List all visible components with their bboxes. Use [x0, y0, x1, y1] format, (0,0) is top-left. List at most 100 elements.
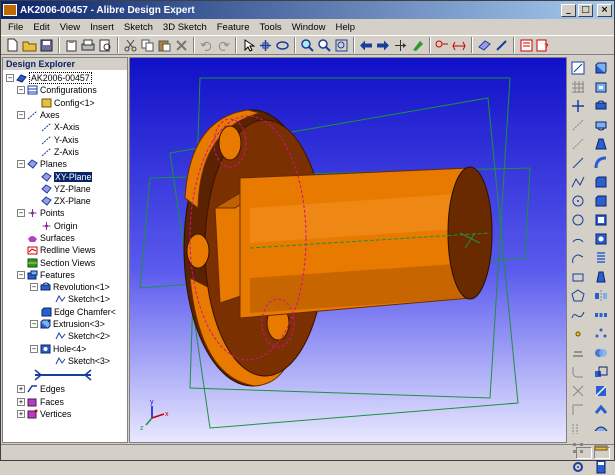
paste-icon[interactable]: [156, 37, 172, 53]
feature-icon[interactable]: [493, 37, 509, 53]
menu-file[interactable]: File: [3, 22, 28, 33]
tree-sketch3[interactable]: Sketch<3>: [3, 355, 127, 367]
new-icon[interactable]: [4, 37, 20, 53]
sketch-toggle-icon[interactable]: [569, 59, 587, 76]
linear-pattern-icon[interactable]: [592, 306, 610, 323]
expand-icon[interactable]: +: [17, 385, 25, 394]
circular-pattern-icon[interactable]: [592, 325, 610, 342]
tree-faces[interactable]: + Faces: [3, 395, 127, 407]
tree-configurations[interactable]: − Configurations: [3, 84, 127, 96]
circle-3pt-icon[interactable]: [569, 211, 587, 228]
fillet-icon[interactable]: [569, 363, 587, 380]
tree-sketch1[interactable]: Sketch<1>: [3, 293, 127, 305]
line-dashed-icon[interactable]: [569, 135, 587, 152]
tree-y-axis[interactable]: Y-Axis: [3, 133, 127, 145]
collapse-icon[interactable]: −: [30, 283, 38, 292]
crosshair-icon[interactable]: [569, 97, 587, 114]
tree-hole[interactable]: − Hole<4>: [3, 343, 127, 355]
tree-redline-views[interactable]: Redline Views: [3, 244, 127, 256]
tree-xy-plane[interactable]: XY-Plane: [3, 170, 127, 182]
delete-icon[interactable]: [173, 37, 189, 53]
point-icon[interactable]: [569, 325, 587, 342]
tree-root[interactable]: − AK2006-00457: [3, 72, 127, 85]
help-icon[interactable]: ?: [535, 37, 551, 53]
tree-planes[interactable]: − Planes: [3, 158, 127, 170]
hole-feature-icon[interactable]: [592, 230, 610, 247]
print-preview-icon[interactable]: [97, 37, 113, 53]
thicken-icon[interactable]: [592, 401, 610, 418]
collapse-icon[interactable]: −: [17, 160, 25, 169]
close-button[interactable]: ×: [597, 3, 612, 17]
end-of-part-marker[interactable]: [3, 367, 127, 383]
revolve-cut-icon[interactable]: [592, 116, 610, 133]
3d-viewport[interactable]: y x z: [129, 57, 567, 443]
tree-x-axis[interactable]: X-Axis: [3, 121, 127, 133]
tree-edges[interactable]: + Edges: [3, 383, 127, 395]
cut-icon[interactable]: [122, 37, 138, 53]
tree-points[interactable]: − Points: [3, 207, 127, 219]
back-icon[interactable]: [358, 37, 374, 53]
thread-icon[interactable]: [592, 249, 610, 266]
line-dashed-icon[interactable]: [569, 116, 587, 133]
tree-extrusion[interactable]: − Extrusion<3>: [3, 318, 127, 330]
loft-icon[interactable]: [592, 135, 610, 152]
minimize-button[interactable]: _: [561, 3, 576, 17]
bolt-hole[interactable]: [218, 125, 242, 161]
sweep-icon[interactable]: [592, 154, 610, 171]
tree-edge-chamfer[interactable]: Edge Chamfer<: [3, 306, 127, 318]
tree-features[interactable]: − Features: [3, 269, 127, 281]
collapse-icon[interactable]: −: [17, 86, 25, 95]
pan-icon[interactable]: [257, 37, 273, 53]
collapse-icon[interactable]: −: [17, 111, 25, 120]
menu-insert[interactable]: Insert: [85, 22, 119, 33]
open-icon[interactable]: [21, 37, 37, 53]
tree-vertices[interactable]: + Vertices: [3, 408, 127, 420]
collapse-icon[interactable]: −: [6, 74, 14, 83]
menu-feature[interactable]: Feature: [212, 22, 255, 33]
menu-help[interactable]: Help: [330, 22, 360, 33]
tree-axes[interactable]: − Axes: [3, 109, 127, 121]
mirror-icon[interactable]: [592, 287, 610, 304]
expand-icon[interactable]: +: [17, 397, 25, 406]
zoom-window-icon[interactable]: [316, 37, 332, 53]
print-icon[interactable]: [80, 37, 96, 53]
collapse-icon[interactable]: −: [30, 320, 38, 329]
tree-z-axis[interactable]: Z-Axis: [3, 146, 127, 158]
polyline-icon[interactable]: [569, 173, 587, 190]
sketch-icon[interactable]: [409, 37, 425, 53]
arc-icon[interactable]: [569, 230, 587, 247]
rectangle-icon[interactable]: [569, 268, 587, 285]
tree-revolution[interactable]: − Revolution<1>: [3, 281, 127, 293]
maximize-button[interactable]: □: [578, 3, 593, 17]
tree-origin[interactable]: Origin: [3, 220, 127, 232]
undo-icon[interactable]: [198, 37, 214, 53]
cut-extrude-icon[interactable]: [592, 78, 610, 95]
circle-icon[interactable]: [569, 192, 587, 209]
offset-icon[interactable]: [569, 420, 587, 437]
collapse-icon[interactable]: −: [17, 209, 25, 218]
shell-icon[interactable]: [592, 211, 610, 228]
tree-sketch2[interactable]: Sketch<2>: [3, 330, 127, 342]
zoom-fit-icon[interactable]: [333, 37, 349, 53]
menu-window[interactable]: Window: [287, 22, 331, 33]
save-icon[interactable]: [38, 37, 54, 53]
collapse-icon[interactable]: −: [17, 270, 25, 279]
properties-icon[interactable]: [63, 37, 79, 53]
menu-tools[interactable]: Tools: [255, 22, 287, 33]
split-icon[interactable]: [592, 382, 610, 399]
model-view[interactable]: y x z: [130, 58, 567, 443]
chamfer-feature-icon[interactable]: [592, 192, 610, 209]
redo-icon[interactable]: [215, 37, 231, 53]
fillet-feature-icon[interactable]: [592, 173, 610, 190]
tree-surfaces[interactable]: Surfaces: [3, 232, 127, 244]
grid-icon[interactable]: [569, 78, 587, 95]
scale-icon[interactable]: [592, 363, 610, 380]
plane-icon[interactable]: [476, 37, 492, 53]
drawing-icon[interactable]: [518, 37, 534, 53]
draft-icon[interactable]: [592, 268, 610, 285]
copy-icon[interactable]: [139, 37, 155, 53]
expand-icon[interactable]: +: [17, 409, 25, 418]
menu-view[interactable]: View: [55, 22, 85, 33]
line-icon[interactable]: [569, 154, 587, 171]
forward-icon[interactable]: [375, 37, 391, 53]
